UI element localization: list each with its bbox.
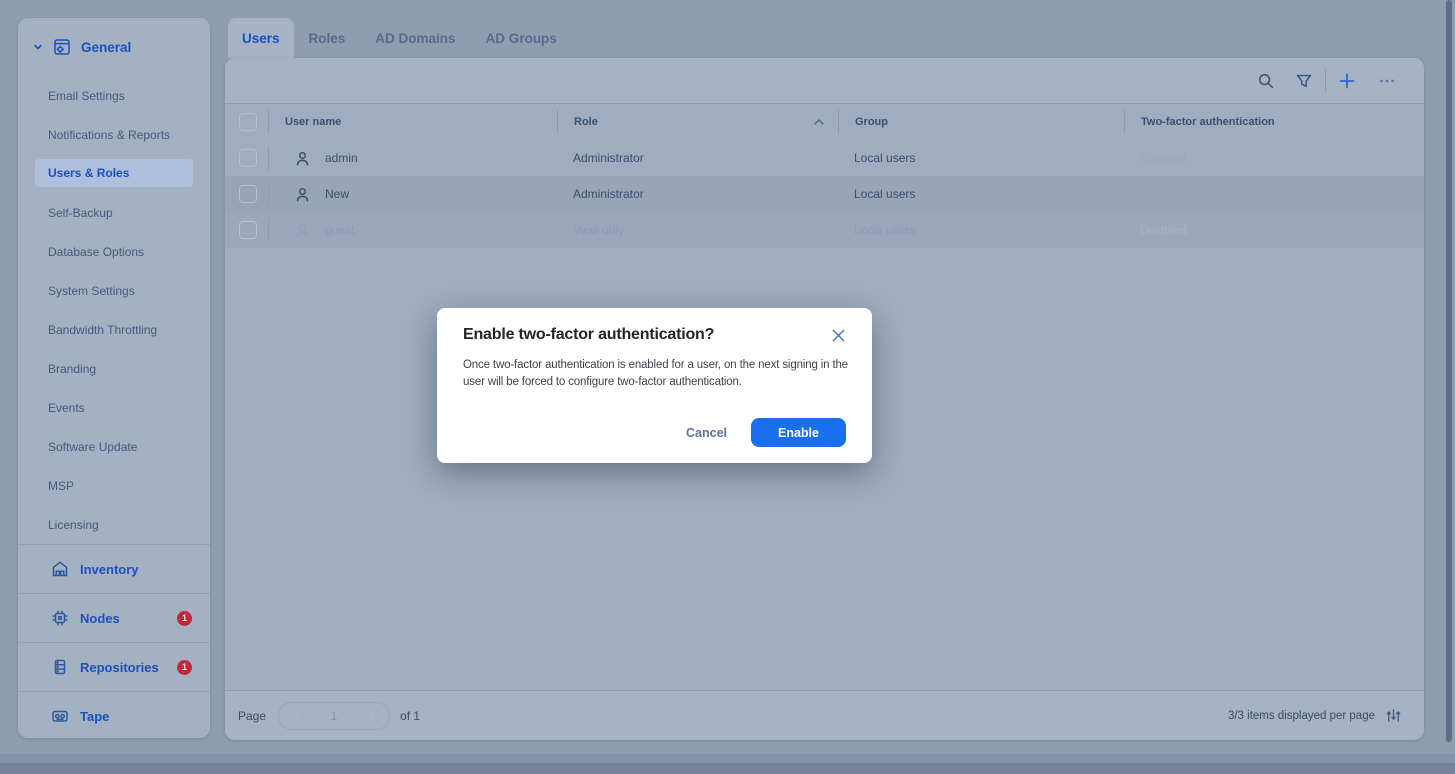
close-icon[interactable] [831,328,846,343]
enable-two-factor-dialog: Enable two-factor authentication? Once t… [437,308,872,463]
cancel-button[interactable]: Cancel [686,426,727,440]
app-canvas: General Email Settings Notifications & R… [0,0,1455,774]
dialog-body-text: Once two-factor authentication is enable… [463,357,865,390]
enable-button[interactable]: Enable [751,418,846,447]
dialog-actions: Cancel Enable [463,418,846,447]
dialog-title: Enable two-factor authentication? [463,326,714,344]
dialog-title-row: Enable two-factor authentication? [463,326,846,344]
